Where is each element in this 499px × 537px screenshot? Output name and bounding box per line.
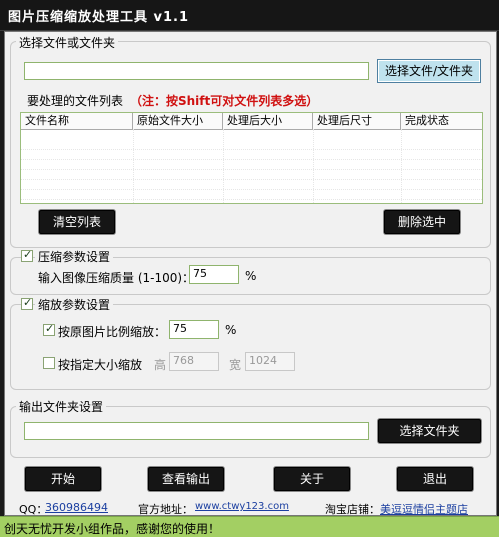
file-group-legend: 选择文件或文件夹: [16, 34, 119, 51]
status-bar: 创天无忧开发小组作品，感谢您的使用！: [0, 516, 499, 537]
file-list[interactable]: 文件名称 原始文件大小 处理后大小 处理后尺寸 完成状态: [20, 112, 483, 204]
start-button[interactable]: 开始: [25, 467, 101, 491]
size-scale-label: 按指定大小缩放: [58, 358, 143, 372]
about-button[interactable]: 关于: [274, 467, 350, 491]
clear-list-button[interactable]: 清空列表: [39, 210, 115, 234]
column-original-size[interactable]: 原始文件大小: [133, 113, 223, 129]
column-file-name[interactable]: 文件名称: [21, 113, 133, 129]
scale-enable-checkbox[interactable]: ✓: [21, 296, 33, 310]
view-output-button[interactable]: 查看输出: [148, 467, 224, 491]
compress-enable-checkbox[interactable]: ✓: [21, 248, 33, 262]
column-processed-dimensions[interactable]: 处理后尺寸: [313, 113, 401, 129]
size-scale-checkbox[interactable]: [43, 357, 55, 369]
quality-input[interactable]: 75: [189, 265, 239, 284]
file-list-label: 要处理的文件列表: [27, 94, 124, 108]
output-path-input[interactable]: [24, 422, 369, 440]
column-status[interactable]: 完成状态: [401, 113, 482, 129]
title-bar: 图片压缩缩放处理工具 v1.1: [0, 0, 499, 31]
file-path-input[interactable]: [24, 62, 369, 80]
qq-label: QQ：: [19, 503, 48, 516]
width-label: 宽: [229, 358, 242, 372]
select-output-folder-button[interactable]: 选择文件夹: [378, 419, 481, 443]
ratio-scale-checkbox[interactable]: ✓: [43, 322, 55, 336]
height-label: 高: [154, 358, 167, 372]
height-input[interactable]: 768: [169, 352, 219, 371]
delete-selected-button[interactable]: 删除选中: [384, 210, 460, 234]
width-input[interactable]: 1024: [245, 352, 295, 371]
compress-group-legend: 压缩参数设置: [35, 248, 114, 265]
shop-label: 淘宝店铺：: [325, 503, 380, 516]
qq-link[interactable]: 360986494: [45, 501, 108, 514]
quality-label: 输入图像压缩质量 (1-100)：: [38, 271, 195, 285]
exit-button[interactable]: 退出: [397, 467, 473, 491]
select-file-button[interactable]: 选择文件/文件夹: [377, 59, 481, 83]
main-panel: 选择文件或文件夹 选择文件/文件夹 要处理的文件列表 （注：按Shift可对文件…: [4, 31, 497, 516]
ratio-scale-input[interactable]: 75: [169, 320, 219, 339]
scale-group-legend: 缩放参数设置: [35, 296, 114, 313]
scale-group: [10, 304, 491, 390]
site-label: 官方地址：: [138, 503, 193, 516]
quality-unit: %: [245, 269, 257, 283]
ratio-scale-label: 按原图片比例缩放：: [58, 325, 167, 339]
ratio-unit: %: [225, 323, 237, 337]
file-list-hint: （注：按Shift可对文件列表多选）: [130, 94, 319, 108]
file-list-header: 文件名称 原始文件大小 处理后大小 处理后尺寸 完成状态: [21, 113, 482, 130]
shop-link[interactable]: 美逗逗情侣主题店: [380, 501, 468, 517]
column-processed-size[interactable]: 处理后大小: [223, 113, 313, 129]
output-group-legend: 输出文件夹设置: [16, 398, 107, 415]
status-text: 创天无忧开发小组作品，感谢您的使用！: [4, 522, 221, 536]
site-link[interactable]: www.ctwy123.com: [195, 501, 289, 512]
window-title: 图片压缩缩放处理工具 v1.1: [8, 10, 190, 25]
